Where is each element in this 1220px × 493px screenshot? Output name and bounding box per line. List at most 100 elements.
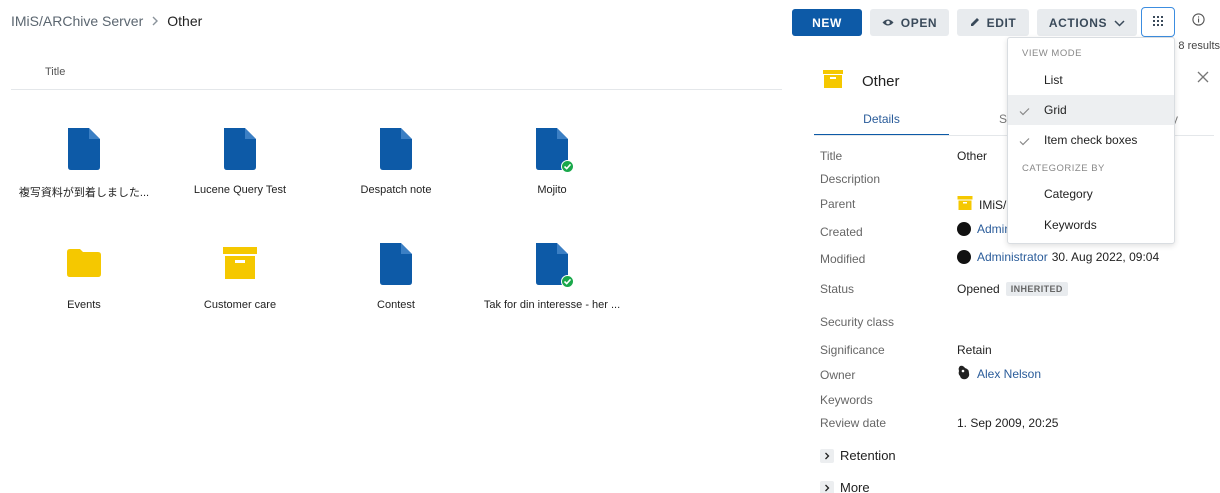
prop-label-title: Title bbox=[820, 149, 843, 163]
grid-item-label: 複写資料が到着しました... bbox=[18, 187, 150, 199]
approved-check-icon bbox=[561, 275, 574, 288]
menu-item-grid[interactable]: Grid bbox=[1008, 95, 1174, 125]
grid-item[interactable]: Customer care bbox=[162, 243, 318, 311]
menu-item-check-boxes-label: Item check boxes bbox=[1044, 133, 1138, 147]
status-badge: INHERITED bbox=[1005, 282, 1068, 296]
prop-label-owner: Owner bbox=[820, 368, 856, 382]
view-mode-button[interactable] bbox=[1141, 7, 1175, 37]
prop-label-description: Description bbox=[820, 172, 881, 186]
document-icon bbox=[533, 243, 574, 288]
breadcrumb-root[interactable]: IMiS/ARChive Server bbox=[11, 13, 143, 29]
edit-button-label: EDIT bbox=[986, 15, 1017, 30]
prop-label-parent: Parent bbox=[820, 197, 856, 211]
significance-value: Retain bbox=[957, 343, 992, 357]
tab-partial-hidden[interactable]: S bbox=[999, 112, 1007, 126]
breadcrumb: IMiS/ARChive Server Other bbox=[11, 13, 202, 29]
prop-value-modified: Administrator 30. Aug 2022, 09:04 bbox=[957, 250, 1159, 264]
menu-item-category-label: Category bbox=[1044, 187, 1093, 201]
list-header-divider bbox=[11, 89, 782, 90]
menu-item-category[interactable]: Category bbox=[1008, 179, 1174, 209]
close-icon bbox=[1196, 71, 1210, 88]
prop-label-keywords: Keywords bbox=[820, 393, 873, 407]
prop-value-parent: IMiS/ bbox=[957, 195, 1006, 214]
modified-date: 30. Aug 2022, 09:04 bbox=[1051, 250, 1160, 264]
prop-value-status: Opened INHERITED bbox=[957, 282, 1068, 296]
detail-header: Other bbox=[822, 68, 900, 95]
modified-user-link[interactable]: Administrator bbox=[977, 250, 1048, 264]
actions-button[interactable]: ACTIONS bbox=[1037, 9, 1137, 36]
document-icon bbox=[377, 128, 415, 170]
prop-label-modified: Modified bbox=[820, 252, 866, 266]
open-button-label: OPEN bbox=[900, 15, 938, 30]
grid-item[interactable]: Mojito bbox=[474, 128, 630, 196]
open-button[interactable]: OPEN bbox=[870, 9, 949, 36]
document-icon bbox=[65, 128, 103, 170]
menu-item-list[interactable]: List bbox=[1008, 65, 1174, 95]
actions-button-label: ACTIONS bbox=[1048, 15, 1108, 30]
status-value: Opened bbox=[957, 282, 1000, 296]
column-header-title[interactable]: Title bbox=[45, 66, 65, 78]
grid-item-label: Tak for din interesse - her ... bbox=[483, 299, 621, 311]
document-icon bbox=[533, 128, 574, 173]
info-button[interactable] bbox=[1188, 12, 1208, 32]
detail-title: Other bbox=[862, 73, 900, 90]
prop-label-significance: Significance bbox=[820, 343, 885, 357]
grid-item-label: Despatch note bbox=[360, 184, 432, 196]
grid-item[interactable]: 複写資料が到着しました... bbox=[6, 128, 162, 200]
review-date-value: 1. Sep 2009, 20:25 bbox=[957, 416, 1059, 430]
new-button-label: NEW bbox=[812, 15, 842, 30]
info-icon bbox=[1191, 13, 1205, 31]
section-more[interactable]: More bbox=[820, 480, 870, 493]
prop-value-created: Admin bbox=[957, 222, 1011, 236]
section-retention[interactable]: Retention bbox=[820, 448, 896, 463]
eye-icon bbox=[882, 16, 894, 30]
tab-details[interactable]: Details bbox=[814, 104, 949, 136]
grid-item-label: Contest bbox=[377, 299, 415, 311]
user-avatar-icon bbox=[957, 222, 971, 236]
checkmark-icon bbox=[1019, 135, 1030, 149]
grid-item[interactable]: Tak for din interesse - her ... bbox=[474, 243, 630, 311]
prop-label-security-class: Security class bbox=[820, 315, 895, 329]
new-button[interactable]: NEW bbox=[792, 9, 862, 36]
chevron-right-icon bbox=[151, 14, 159, 29]
prop-label-status: Status bbox=[820, 282, 855, 296]
approved-check-icon bbox=[561, 160, 574, 173]
menu-item-list-label: List bbox=[1044, 73, 1063, 87]
prop-label-review-date: Review date bbox=[820, 416, 887, 430]
chevron-right-icon bbox=[820, 480, 834, 493]
prop-value-significance: Retain bbox=[957, 343, 992, 357]
section-retention-label: Retention bbox=[840, 448, 896, 463]
edit-button[interactable]: EDIT bbox=[957, 9, 1029, 36]
menu-item-keywords-label: Keywords bbox=[1044, 218, 1097, 232]
grid-item[interactable]: Events bbox=[6, 243, 162, 311]
results-count: 8 results bbox=[1178, 40, 1220, 52]
grid-item[interactable]: Lucene Query Test bbox=[162, 128, 318, 196]
chevron-down-icon bbox=[1114, 16, 1125, 30]
grid-item[interactable]: Contest bbox=[318, 243, 474, 311]
parent-link[interactable]: IMiS/ bbox=[979, 198, 1006, 212]
chevron-right-icon bbox=[820, 448, 834, 463]
archive-box-icon bbox=[221, 243, 259, 285]
pencil-icon bbox=[970, 16, 980, 30]
grid-item-label: Mojito bbox=[537, 184, 567, 196]
archive-box-icon bbox=[822, 68, 844, 95]
menu-item-check-boxes[interactable]: Item check boxes bbox=[1008, 125, 1174, 155]
checkmark-icon bbox=[1019, 105, 1030, 119]
menu-item-keywords[interactable]: Keywords bbox=[1008, 210, 1174, 240]
owner-link[interactable]: Alex Nelson bbox=[977, 367, 1041, 381]
grid-item[interactable]: Despatch note bbox=[318, 128, 474, 196]
user-avatar-icon bbox=[957, 250, 971, 264]
breadcrumb-current: Other bbox=[167, 13, 203, 29]
menu-item-grid-label: Grid bbox=[1044, 103, 1067, 117]
created-user-link[interactable]: Admin bbox=[977, 222, 1011, 236]
toolbar: NEW OPEN EDIT ACTIONS bbox=[792, 9, 1137, 36]
grid-item-label: Events bbox=[67, 299, 101, 311]
prop-value-owner: Alex Nelson bbox=[957, 365, 1041, 383]
folder-icon bbox=[65, 243, 103, 285]
prop-label-created: Created bbox=[820, 225, 863, 239]
menu-section-view-mode: VIEW MODE bbox=[1022, 48, 1082, 59]
section-more-label: More bbox=[840, 480, 870, 493]
close-panel-button[interactable] bbox=[1196, 70, 1212, 86]
prop-value-review-date: 1. Sep 2009, 20:25 bbox=[957, 416, 1058, 430]
document-icon bbox=[221, 128, 259, 170]
